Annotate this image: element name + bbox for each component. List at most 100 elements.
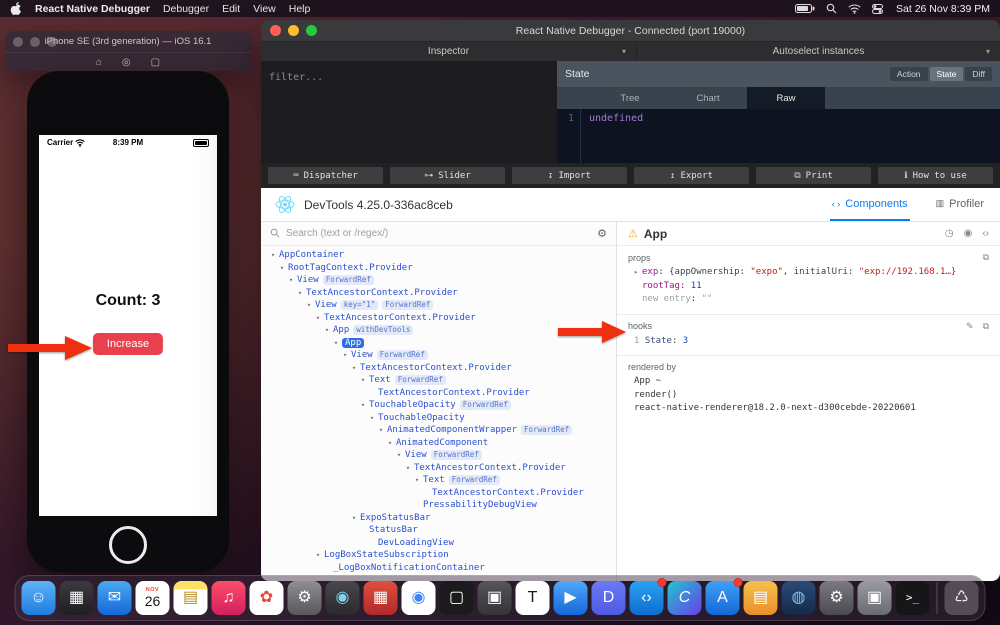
dock-chrome[interactable]: ◉ <box>402 581 436 615</box>
inspector-dropdown[interactable]: Inspector ▾ <box>261 42 637 61</box>
apple-menu-icon[interactable] <box>10 2 22 15</box>
tree-row[interactable]: ▾Viewkey="1"ForwardRef <box>261 299 616 312</box>
dock-capture[interactable]: ▣ <box>478 581 512 615</box>
tree-row[interactable]: ▾AnimatedComponent <box>261 437 616 450</box>
expand-arrow-icon[interactable]: ▾ <box>357 401 369 409</box>
screenshot-icon[interactable]: ▢ <box>151 57 160 68</box>
import-button[interactable]: ↧Import <box>512 167 627 184</box>
dock-photos[interactable]: ✿ <box>250 581 284 615</box>
tree-row[interactable]: ▾ViewForwardRef <box>261 449 616 462</box>
tree-row[interactable]: StatusBar <box>261 524 616 537</box>
dock-vscode[interactable]: ‹› <box>630 581 664 615</box>
expand-arrow-icon[interactable]: ▾ <box>321 326 333 334</box>
expand-arrow-icon[interactable]: ▾ <box>348 364 360 372</box>
expand-arrow-icon[interactable]: ▾ <box>339 351 351 359</box>
dock-canva[interactable]: C <box>668 581 702 615</box>
tree-row[interactable]: TextAncestorContext.Provider <box>261 487 616 500</box>
expand-arrow-icon[interactable]: ▾ <box>375 426 387 434</box>
dock-terminal[interactable]: >_ <box>896 581 930 615</box>
rendered-by-line[interactable]: App ~ <box>628 375 989 389</box>
tree-row[interactable]: ▾AnimatedComponentWrapperForwardRef <box>261 424 616 437</box>
dock-discord[interactable]: D <box>592 581 626 615</box>
dock-screen-tool[interactable]: ▣ <box>858 581 892 615</box>
tree-row[interactable]: ▾TextAncestorContext.Provider <box>261 287 616 300</box>
app-menu-title[interactable]: React Native Debugger <box>35 3 150 15</box>
wand-icon[interactable]: ✎ <box>966 321 974 332</box>
dock-launchpad[interactable]: ▦ <box>60 581 94 615</box>
mode-diff[interactable]: Diff <box>965 67 992 81</box>
dock-photo-booth[interactable]: ◉ <box>326 581 360 615</box>
menu-view[interactable]: View <box>253 3 276 15</box>
gear-icon[interactable]: ⚙ <box>597 227 607 240</box>
inspect-icon[interactable]: ◉ <box>964 228 973 239</box>
expand-arrow-icon[interactable]: ▾ <box>393 451 405 459</box>
filter-input[interactable] <box>269 72 549 83</box>
tree-row[interactable]: PressabilityDebugView <box>261 499 616 512</box>
wifi-icon[interactable] <box>848 4 861 14</box>
prop-row[interactable]: ▸exp: {appOwnership: "expo", initialUri:… <box>628 266 989 280</box>
dock-red-utility[interactable]: ▦ <box>364 581 398 615</box>
dock-calendar[interactable]: NOV26 <box>136 581 170 615</box>
dock-text-editor[interactable]: T <box>516 581 550 615</box>
expand-arrow-icon[interactable]: ▾ <box>276 264 288 272</box>
dock-mail[interactable]: ✉ <box>98 581 132 615</box>
increase-button[interactable]: Increase <box>93 333 163 355</box>
tree-row[interactable]: ▾ViewForwardRef <box>261 274 616 287</box>
dock-settings[interactable]: ⚙ <box>288 581 322 615</box>
timer-icon[interactable]: ◷ <box>945 228 954 239</box>
dock-dark-app[interactable]: ▢ <box>440 581 474 615</box>
dock-facetime[interactable]: ▶ <box>554 581 588 615</box>
dock-notes[interactable]: ▤ <box>174 581 208 615</box>
dispatcher-button[interactable]: ⌨Dispatcher <box>268 167 383 184</box>
tree-row[interactable]: ▾ViewForwardRef <box>261 349 616 362</box>
menu-help[interactable]: Help <box>289 3 311 15</box>
menubar-clock[interactable]: Sat 26 Nov 8:39 PM <box>896 3 990 15</box>
home-button[interactable] <box>109 526 147 564</box>
slider-button[interactable]: ⊶Slider <box>390 167 505 184</box>
tree-row[interactable]: DevLoadingView <box>261 537 616 550</box>
export-button[interactable]: ↥Export <box>634 167 749 184</box>
expand-arrow-icon[interactable]: ▾ <box>330 339 342 347</box>
expand-arrow-icon[interactable]: ▾ <box>303 301 315 309</box>
expand-arrow-icon[interactable]: ▾ <box>366 414 378 422</box>
dock-file-stack[interactable]: ▤ <box>744 581 778 615</box>
copy-icon[interactable]: ⧉ <box>983 321 989 332</box>
tree-row[interactable]: TextAncestorContext.Provider <box>261 387 616 400</box>
record-icon[interactable]: ◎ <box>122 57 131 68</box>
expand-arrow-icon[interactable]: ▾ <box>348 514 360 522</box>
expand-arrow-icon[interactable]: ▾ <box>384 439 396 447</box>
menu-debugger[interactable]: Debugger <box>163 3 209 15</box>
tree-row[interactable]: _LogBoxNotificationContainer <box>261 562 616 575</box>
prop-row[interactable]: rootTag: 11 <box>628 280 989 294</box>
copy-icon[interactable]: ⧉ <box>983 252 989 263</box>
tree-row[interactable]: ▾AppContainer <box>261 249 616 262</box>
tree-row[interactable]: ▾RootTagContext.Provider <box>261 262 616 275</box>
battery-icon[interactable] <box>795 4 815 13</box>
tree-row[interactable]: ▾TextForwardRef <box>261 474 616 487</box>
dock-trash[interactable]: ♺ <box>945 581 979 615</box>
expand-arrow-icon[interactable]: ▾ <box>312 551 324 559</box>
tab-profiler[interactable]: ▥Profiler <box>934 188 986 221</box>
tree-row[interactable]: ▾TextForwardRef <box>261 374 616 387</box>
home-icon[interactable]: ⌂ <box>96 57 102 68</box>
print-button[interactable]: ⧉Print <box>756 167 871 184</box>
expand-arrow-icon[interactable]: ▸ <box>634 266 642 280</box>
expand-arrow-icon[interactable]: ▾ <box>312 314 324 322</box>
prop-row[interactable]: new entry: "" <box>628 293 989 307</box>
tree-row[interactable]: ▾TextAncestorContext.Provider <box>261 362 616 375</box>
tab-tree[interactable]: Tree <box>591 87 669 109</box>
expand-arrow-icon[interactable]: ▾ <box>294 289 306 297</box>
control-center-icon[interactable] <box>872 4 883 14</box>
code-editor[interactable]: 1 undefined <box>557 109 1000 163</box>
expand-arrow-icon[interactable]: ▾ <box>402 464 414 472</box>
autoselect-dropdown[interactable]: Autoselect instances ▾ <box>637 42 1000 61</box>
mode-action[interactable]: Action <box>890 67 928 81</box>
menu-edit[interactable]: Edit <box>222 3 240 15</box>
mode-state[interactable]: State <box>930 67 964 81</box>
component-search-input[interactable] <box>286 228 591 239</box>
expand-arrow-icon[interactable]: ▾ <box>267 251 279 259</box>
tab-raw[interactable]: Raw <box>747 87 825 109</box>
dock-gear-utility[interactable]: ⚙ <box>820 581 854 615</box>
dock-music[interactable]: ♫ <box>212 581 246 615</box>
tab-chart[interactable]: Chart <box>669 87 747 109</box>
